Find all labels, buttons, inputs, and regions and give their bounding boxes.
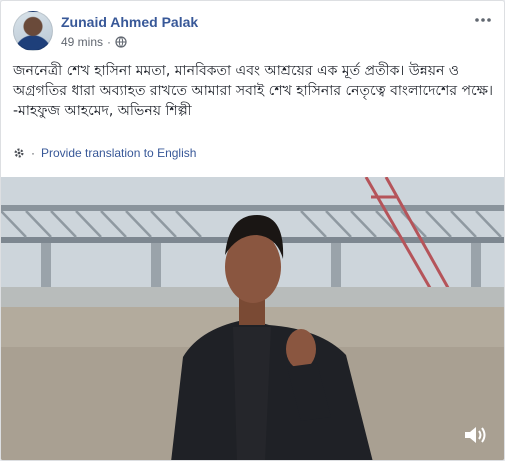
post-card: Zunaid Ahmed Palak 49 mins · জননেত্রী শে… <box>0 0 505 461</box>
video-player[interactable] <box>1 177 504 460</box>
video-frame <box>1 177 504 460</box>
author-avatar[interactable] <box>13 11 53 51</box>
post-meta: 49 mins · <box>61 35 127 49</box>
translation-row: · Provide translation to English <box>13 146 196 160</box>
post-timestamp[interactable]: 49 mins <box>61 35 103 49</box>
author-name[interactable]: Zunaid Ahmed Palak <box>61 14 198 30</box>
translation-link[interactable]: Provide translation to English <box>41 146 196 160</box>
globe-icon[interactable] <box>115 36 127 48</box>
dot-separator: · <box>31 146 35 160</box>
post-message-line: জননেত্রী শেখ হাসিনা মমতা, মানবিকতা এবং আ… <box>13 63 493 99</box>
more-options-icon[interactable] <box>472 11 494 29</box>
gear-icon[interactable] <box>13 147 25 159</box>
volume-icon[interactable] <box>462 424 488 446</box>
meta-separator: · <box>107 35 112 49</box>
post-message: জননেত্রী শেখ হাসিনা মমতা, মানবিকতা এবং আ… <box>13 61 495 121</box>
post-message-signature: -মাহফুজ আহমেদ, অভিনয় শিল্পী <box>13 103 192 119</box>
